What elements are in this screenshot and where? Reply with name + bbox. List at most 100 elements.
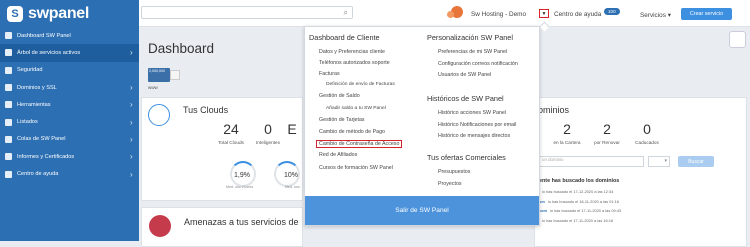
create-service-button[interactable]: Crear servicio bbox=[681, 8, 732, 20]
chevron-right-icon: › bbox=[130, 117, 133, 127]
page-title: Dashboard bbox=[148, 41, 215, 56]
caret-down-icon: ▼ bbox=[541, 10, 547, 17]
sidebar-item[interactable]: Herramientas › bbox=[0, 96, 139, 113]
client-dashboard-heading: Dashboard de Cliente bbox=[309, 33, 380, 42]
dropdown-link[interactable]: Gestión de Tarjetas bbox=[319, 117, 365, 123]
account-dropdown-toggle[interactable]: ▼ bbox=[539, 9, 549, 18]
package-icon[interactable]: 2,000,000 bbox=[148, 68, 170, 82]
sidebar-item[interactable]: Dominios y SSL › bbox=[0, 79, 139, 96]
sidebar-item[interactable]: Informes y Certificados › bbox=[0, 148, 139, 165]
clouds-card: Tus Clouds 24 Total Clouds 0 Inteligente… bbox=[141, 97, 303, 201]
dropdown-link[interactable]: Cambio de método de Pago bbox=[319, 129, 385, 135]
change-password-link[interactable]: Cambio de Contraseña de Acceso bbox=[316, 140, 403, 148]
stat-total-clouds: 24 bbox=[223, 121, 239, 137]
recent-search-time: lo has buscado el 17-12-2020 a las 12:34 bbox=[542, 189, 614, 194]
account-name[interactable]: Sw Hosting - Demo bbox=[471, 11, 526, 18]
usage-label: Med. uso bbox=[285, 185, 300, 189]
logo[interactable]: S swpanel bbox=[0, 0, 139, 27]
sidebar-item-label: Herramientas bbox=[17, 101, 51, 108]
dropdown-link[interactable]: Usuarios de SW Panel bbox=[438, 72, 491, 78]
recent-search-item[interactable]: om lo has buscado el 18-11-2020 a las 01:… bbox=[539, 199, 619, 204]
clouds-title: Tus Clouds bbox=[183, 105, 229, 115]
logo-text: swpanel bbox=[28, 4, 90, 22]
side-panel-icon[interactable] bbox=[729, 31, 746, 48]
dropdown-link[interactable]: Red de Afiliados bbox=[319, 152, 357, 158]
dropdown-link[interactable]: Datos y Preferencias cliente bbox=[319, 49, 385, 55]
sidebar-item[interactable]: Centro de ayuda › bbox=[0, 165, 139, 182]
dropdown-link[interactable]: Teléfonos autorizados soporte bbox=[319, 60, 390, 66]
dropdown-link[interactable]: Gestión de Saldo bbox=[319, 93, 360, 99]
threats-title: Amenazas a tus servicios de bbox=[184, 217, 299, 227]
domain-search-button[interactable]: Buscar bbox=[678, 156, 714, 167]
dropdown-link[interactable]: Cursos de formación SW Panel bbox=[319, 165, 393, 171]
dropdown-link[interactable]: Histórico Notificaciones por email bbox=[438, 122, 516, 128]
domains-renew-count: 2 bbox=[603, 121, 611, 137]
sidebar-item[interactable]: Árbol de servicios activos › bbox=[0, 44, 139, 62]
sidebar: S swpanel Dashboard SW Panel Árbol de ser… bbox=[0, 0, 139, 241]
chevron-right-icon: › bbox=[130, 100, 133, 110]
sidebar-item-label: Árbol de servicios activos bbox=[17, 49, 81, 56]
document-icon[interactable] bbox=[170, 70, 180, 80]
dropdown-section-heading: Personalización SW Panel bbox=[427, 33, 513, 42]
sidebar-item-label: Dominios y SSL bbox=[17, 84, 57, 91]
usage-value: 10% bbox=[284, 172, 299, 179]
sidebar-item[interactable]: Seguridad bbox=[0, 62, 139, 79]
dropdown-link[interactable]: Añadir saldo a tu SW Panel bbox=[326, 106, 386, 111]
dropdown-section-heading: Tus ofertas Comerciales bbox=[427, 153, 506, 162]
domain-search-input[interactable]: un dominio bbox=[539, 156, 644, 167]
recent-search-item[interactable]: com lo has buscado el 17-11-2020 a las 09… bbox=[539, 208, 621, 213]
help-center-link[interactable]: Centro de ayuda bbox=[554, 11, 601, 18]
search-input[interactable]: ⌕ bbox=[141, 6, 353, 19]
services-menu[interactable]: Servicios ▾ bbox=[640, 11, 671, 19]
sidebar-item[interactable]: Dashboard SW Panel bbox=[0, 27, 139, 44]
chevron-right-icon: › bbox=[130, 134, 133, 144]
list-icon bbox=[5, 118, 12, 126]
sidebar-item-label: Listados bbox=[17, 119, 38, 126]
search-icon[interactable]: ⌕ bbox=[344, 8, 348, 18]
dropdown-link[interactable]: Presupuestos bbox=[438, 169, 470, 175]
report-icon bbox=[5, 153, 12, 161]
wrench-icon bbox=[5, 101, 12, 109]
stat-total-clouds-label: Total Clouds bbox=[218, 140, 244, 145]
account-avatar[interactable] bbox=[447, 6, 463, 18]
dropdown-link[interactable]: Histórico acciones SW Panel bbox=[438, 110, 506, 116]
dropdown-link[interactable]: Configuración correos notificación bbox=[438, 61, 518, 67]
dropdown-link[interactable]: Definición de envío de Facturas bbox=[326, 82, 395, 87]
sidebar-menu: Dashboard SW Panel Árbol de servicios act… bbox=[0, 27, 139, 183]
recent-search-item[interactable]: lo has buscado el 17-11-2020 a las 16:18 bbox=[539, 218, 613, 223]
sidebar-item[interactable]: Listados › bbox=[0, 113, 139, 130]
recent-domain[interactable]: com bbox=[539, 208, 547, 213]
dropdown-link[interactable]: Proyectos bbox=[438, 181, 462, 187]
sidebar-item[interactable]: Colas de SW Panel › bbox=[0, 131, 139, 148]
swpanel-logo-icon: S bbox=[7, 5, 23, 22]
shield-icon bbox=[5, 66, 12, 74]
logout-button[interactable]: Salir de SW Panel bbox=[305, 196, 539, 225]
sidebar-item-label: Dashboard SW Panel bbox=[17, 32, 71, 39]
help-badge: 100 bbox=[604, 8, 620, 15]
domains-renew-label: por Renovar bbox=[594, 140, 620, 145]
skull-icon bbox=[149, 215, 171, 237]
domains-expired-label: Caducados bbox=[635, 140, 659, 145]
stat-intelligent-label: Inteligentes bbox=[256, 140, 280, 145]
www-label: www bbox=[148, 85, 158, 90]
help-icon bbox=[5, 170, 12, 178]
tld-select[interactable]: ▾ bbox=[648, 156, 670, 167]
recent-search-time: lo has buscado el 17-11-2020 a las 09:43 bbox=[550, 208, 622, 213]
chevron-right-icon: › bbox=[130, 83, 133, 93]
domains-expired-count: 0 bbox=[643, 121, 651, 137]
topbar: ⌕ Sw Hosting - Demo ▼ Centro de ayuda 10… bbox=[139, 0, 750, 27]
domain-search-placeholder: un dominio bbox=[542, 157, 564, 162]
dropdown-link[interactable]: Histórico de mensajes directos bbox=[438, 133, 510, 139]
dropdown-link[interactable]: Facturas bbox=[319, 71, 340, 77]
services-label: Servicios bbox=[640, 12, 666, 19]
package-label: 2,000,000 bbox=[149, 69, 165, 73]
vcores-label: Med. uso vCores bbox=[226, 185, 254, 189]
sidebar-item-label: Colas de SW Panel bbox=[17, 136, 66, 143]
domains-title: ominios bbox=[538, 105, 570, 115]
recent-search-time: lo has buscado el 17-11-2020 a las 16:18 bbox=[542, 217, 614, 223]
recent-search-item[interactable]: lo has buscado el 17-12-2020 a las 12:34 bbox=[539, 189, 613, 194]
dropdown-link[interactable]: Preferencias de mi SW Panel bbox=[438, 49, 507, 55]
select-arrow-icon: ▾ bbox=[664, 158, 667, 164]
chevron-right-icon: › bbox=[130, 48, 133, 58]
globe-icon bbox=[5, 84, 12, 92]
